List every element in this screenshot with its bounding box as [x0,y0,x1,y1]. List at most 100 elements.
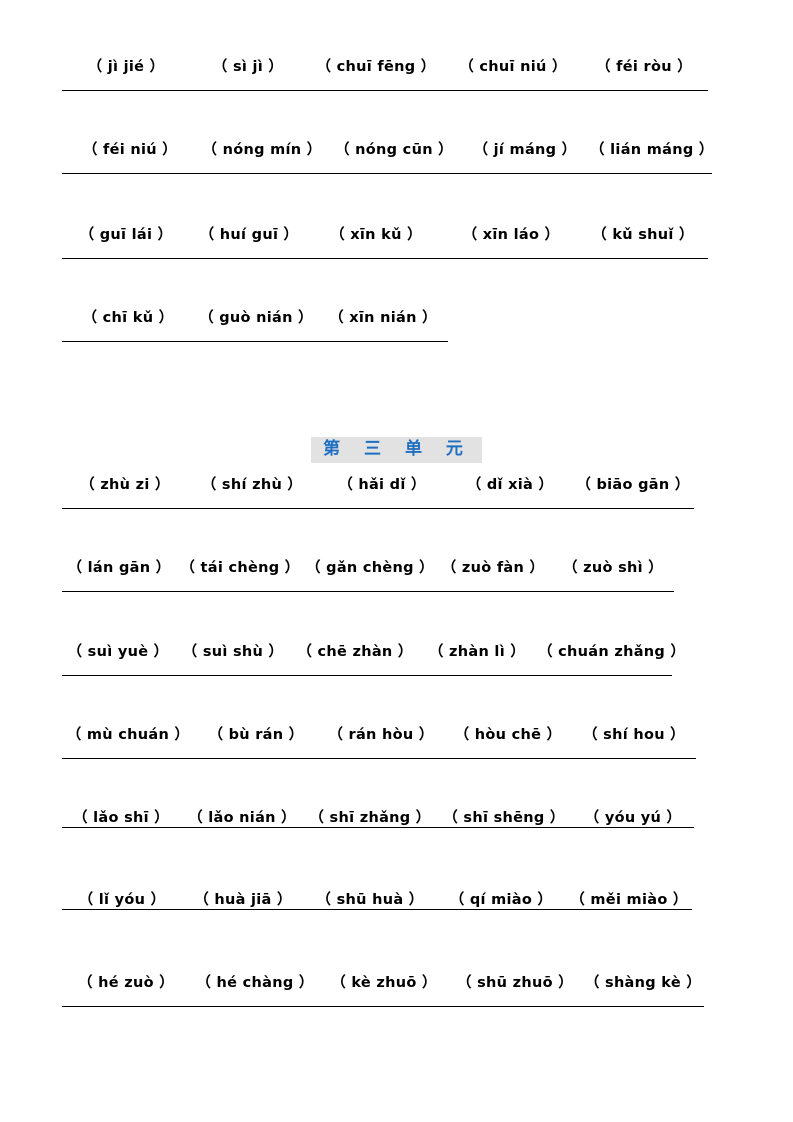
pinyin-item: （ shī zhǎng ） [304,809,436,828]
answer-blank-line[interactable] [308,244,444,259]
pinyin-item: （ chī kǔ ） [62,309,194,342]
answer-blank-line[interactable] [448,992,582,1007]
pinyin-item: （ lián máng ） [588,141,714,174]
answer-blank-line[interactable] [444,244,578,259]
pinyin-row: （ lǎo shī ）（ lǎo nián ）（ shī zhǎng ）（ sh… [0,809,793,828]
pinyin-item: （ kǔ shuǐ ） [578,226,708,259]
answer-blank-line[interactable] [446,76,580,91]
pinyin-label: （ xīn nián ） [329,310,437,326]
answer-blank-line[interactable] [572,494,694,509]
answer-blank-line[interactable] [188,494,316,509]
answer-blank-line[interactable] [62,327,194,342]
answer-blank-line[interactable] [62,159,198,174]
answer-blank-line[interactable] [62,76,190,91]
answer-blank-line[interactable] [582,992,704,1007]
pinyin-label: （ guò nián ） [199,310,313,326]
answer-blank-line[interactable] [176,577,304,592]
pinyin-row: （ lǐ yóu ）（ huà jiā ）（ shū huà ）（ qí mià… [0,891,793,910]
answer-blank-line[interactable] [318,327,448,342]
pinyin-item: （ huà jiā ） [182,891,304,910]
answer-blank-line[interactable] [462,159,588,174]
pinyin-item: （ chuán zhǎng ） [536,643,685,676]
answer-blank-line[interactable] [320,992,448,1007]
pinyin-label: （ chī kǔ ） [82,310,174,326]
pinyin-item: （ gǎn chèng ） [304,559,434,592]
answer-blank-line[interactable] [304,824,436,828]
answer-blank-line[interactable] [444,744,572,759]
answer-blank-line[interactable] [174,661,292,676]
pinyin-label: （ hǎi dǐ ） [338,477,426,493]
answer-blank-line[interactable] [180,824,304,828]
pinyin-label: （ hòu chē ） [454,727,562,743]
pinyin-item: （ hòu chē ） [444,726,572,759]
pinyin-row: （ lán gān ） （ tái chèng ） （ gǎn chèng ） （ z… [0,559,793,592]
pinyin-row: （ mù chuán ） （ bù rán ） （ rán hòu ） （ hòu c… [0,726,793,759]
answer-blank-line[interactable] [572,744,696,759]
answer-blank-line[interactable] [578,244,708,259]
pinyin-item: （ chuī fēng ） [306,58,446,91]
pinyin-item: （ féi ròu ） [580,58,708,91]
answer-blank-line[interactable] [62,824,180,828]
answer-blank-line[interactable] [318,744,444,759]
pinyin-label: （ lián máng ） [590,142,714,158]
pinyin-label: （ féi niú ） [82,142,178,158]
answer-blank-line[interactable] [306,76,446,91]
pinyin-label: （ sì jì ） [212,59,284,75]
answer-blank-line[interactable] [316,494,448,509]
pinyin-item: （ lǐ yóu ） [62,891,182,910]
pinyin-label: （ féi ròu ） [596,59,692,75]
pinyin-label: （ shū zhuō ） [456,975,574,991]
pinyin-label: （ suì yuè ） [67,644,169,660]
pinyin-label: （ lán gān ） [67,560,171,576]
answer-blank-line[interactable] [62,494,188,509]
answer-blank-line[interactable] [326,159,462,174]
answer-blank-line[interactable] [304,577,434,592]
answer-blank-line[interactable] [194,744,318,759]
pinyin-item: （ shàng kè ） [582,974,704,1007]
pinyin-label: （ zuò fàn ） [441,560,545,576]
answer-blank-line[interactable] [62,906,182,910]
answer-blank-line[interactable] [436,906,566,910]
answer-blank-line[interactable] [448,494,572,509]
pinyin-item: （ qí miào ） [436,891,566,910]
pinyin-item: （ nóng cūn ） [326,141,462,174]
answer-blank-line[interactable] [62,577,176,592]
answer-blank-line[interactable] [434,577,552,592]
answer-blank-line[interactable] [292,661,418,676]
answer-blank-line[interactable] [198,159,326,174]
answer-blank-line[interactable] [418,661,536,676]
pinyin-label: （ xīn kǔ ） [330,227,422,243]
answer-blank-line[interactable] [62,744,194,759]
pinyin-item: （ guò nián ） [194,309,318,342]
answer-blank-line[interactable] [62,992,190,1007]
pinyin-label: （ chuī niú ） [459,59,567,75]
answer-blank-line[interactable] [552,577,674,592]
unit-heading-title: 第 三 单 元 [311,437,482,463]
answer-blank-line[interactable] [190,992,320,1007]
pinyin-row: （ suì yuè ） （ suì shù ） （ chē zhàn ） （ zhàn… [0,643,793,676]
answer-blank-line[interactable] [190,244,308,259]
pinyin-item: （ suì yuè ） [62,643,174,676]
pinyin-label: （ hé zuò ） [77,975,175,991]
pinyin-row: （ féi niú ） （ nóng mín ） （ nóng cūn ） （ jí … [0,141,793,174]
answer-blank-line[interactable] [182,906,304,910]
answer-blank-line[interactable] [190,76,306,91]
pinyin-item: （ hǎi dǐ ） [316,476,448,509]
answer-blank-line[interactable] [588,159,712,174]
pinyin-label: （ jí máng ） [473,142,577,158]
answer-blank-line[interactable] [572,824,694,828]
pinyin-label: （ bù rán ） [208,727,304,743]
answer-blank-line[interactable] [194,327,318,342]
pinyin-label: （ zuò shì ） [562,560,664,576]
answer-blank-line[interactable] [566,906,692,910]
pinyin-label: （ chē zhàn ） [297,644,413,660]
answer-blank-line[interactable] [436,824,572,828]
pinyin-item: （ zhàn lì ） [418,643,536,676]
answer-blank-line[interactable] [536,661,672,676]
pinyin-item: （ rán hòu ） [318,726,444,759]
answer-blank-line[interactable] [304,906,436,910]
answer-blank-line[interactable] [62,244,190,259]
answer-blank-line[interactable] [62,661,174,676]
answer-blank-line[interactable] [580,76,708,91]
pinyin-label: （ huí guī ） [199,227,299,243]
